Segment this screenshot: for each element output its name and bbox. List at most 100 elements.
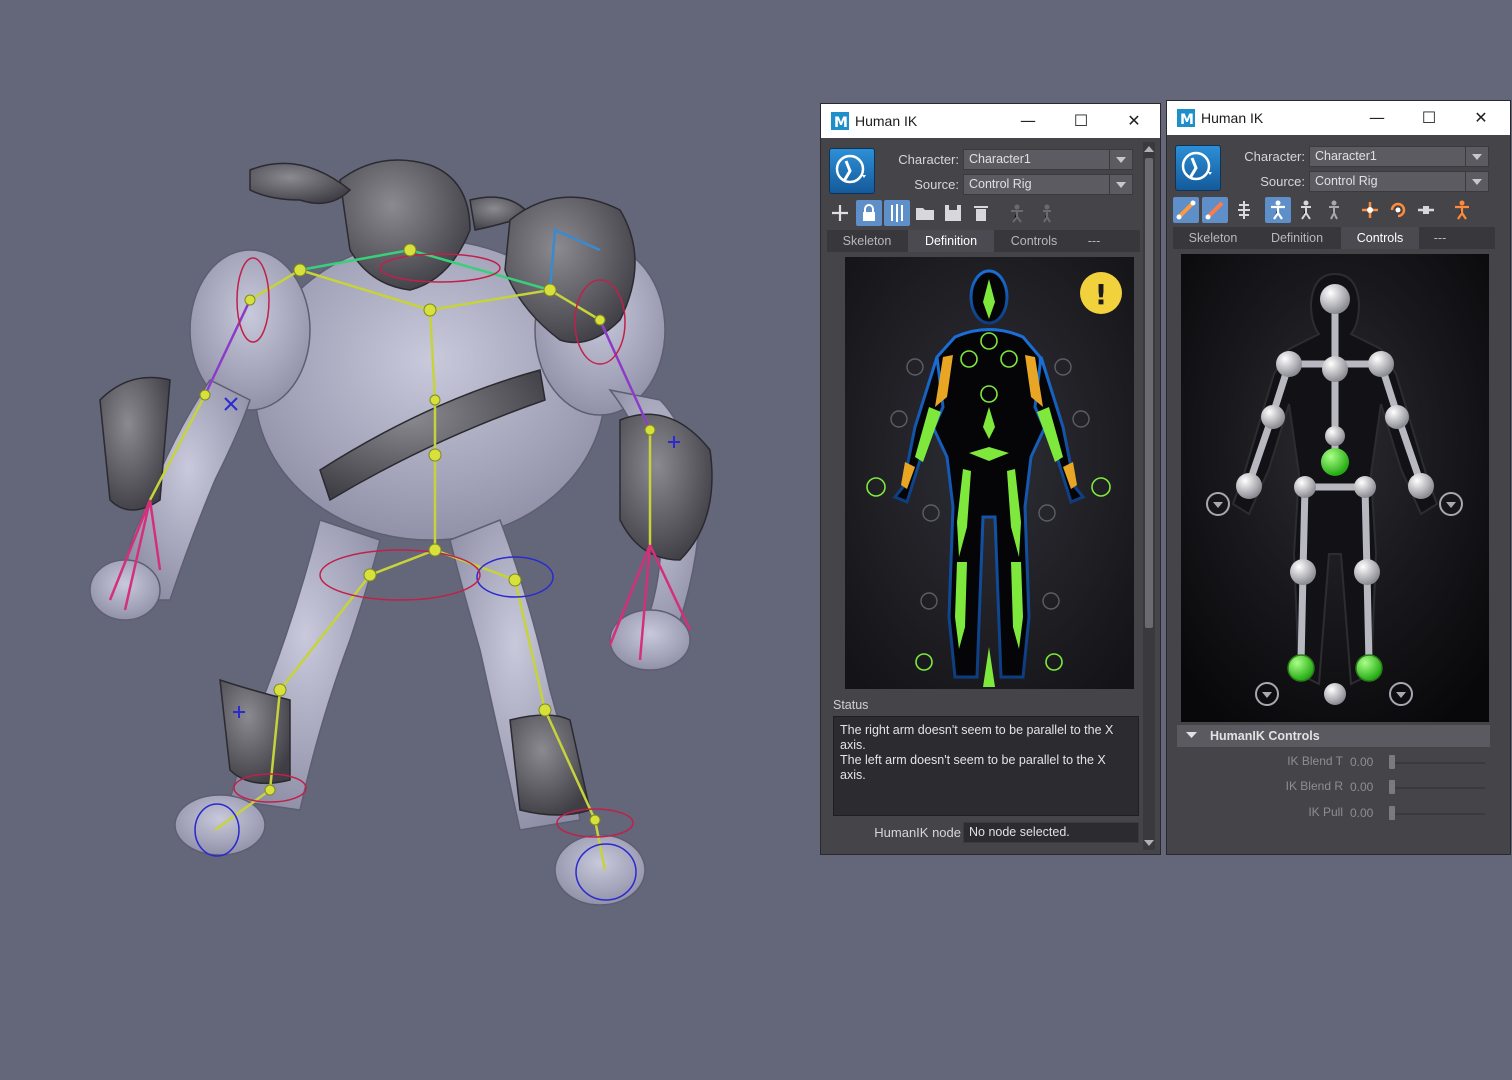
ik-pull-value[interactable]: 0.00 <box>1350 806 1373 820</box>
humanik-menu-button[interactable] <box>829 148 875 194</box>
status-label: Status <box>833 698 869 712</box>
humanik-node-field[interactable]: No node selected. <box>963 822 1139 843</box>
tab-skeleton[interactable]: Skeleton <box>827 230 907 252</box>
tab-more[interactable]: --- <box>1074 230 1114 252</box>
tab-bar: Skeleton Definition Controls --- <box>827 230 1140 252</box>
scroll-up-icon[interactable] <box>1143 144 1155 154</box>
add-icon[interactable] <box>827 200 853 226</box>
source-label: Source: <box>914 177 959 192</box>
control-rig-figure <box>1181 254 1489 722</box>
selection-icon[interactable] <box>1321 197 1347 223</box>
source-value: Control Rig <box>1315 174 1378 188</box>
human-ik-window-definition[interactable]: M Human IK — ☐ ✕ Character: Character1 S… <box>820 103 1161 855</box>
character-dropdown[interactable]: Character1 <box>963 149 1133 170</box>
open-folder-icon[interactable] <box>912 200 938 226</box>
save-icon[interactable] <box>940 200 966 226</box>
ik-blend-t-handle[interactable] <box>1389 755 1395 769</box>
definition-toolbar <box>827 200 1137 226</box>
chevron-down-icon <box>1109 150 1132 169</box>
tab-more[interactable]: --- <box>1420 227 1460 249</box>
character-label: Character: <box>1244 149 1305 164</box>
source-value: Control Rig <box>969 177 1032 191</box>
tab-controls[interactable]: Controls <box>1341 227 1419 249</box>
3d-viewport[interactable] <box>0 0 815 1080</box>
maximize-icon[interactable]: ☐ <box>1059 108 1103 134</box>
ik-blend-t-label: IK Blend T <box>1287 754 1343 768</box>
scroll-thumb[interactable] <box>1145 158 1153 628</box>
delete-icon[interactable] <box>968 200 994 226</box>
status-line: The left arm doesn't seem to be parallel… <box>840 753 1106 782</box>
ik-blend-r-handle[interactable] <box>1389 780 1395 794</box>
humanik-node-label: HumanIK node <box>874 825 961 840</box>
window-title: Human IK <box>855 113 918 129</box>
full-body-select-icon[interactable] <box>1265 197 1291 223</box>
chevron-down-icon <box>1465 147 1488 166</box>
pose-icon[interactable] <box>1004 200 1030 226</box>
minimize-icon[interactable]: — <box>1006 108 1050 134</box>
humanik-figure-icon <box>835 154 866 184</box>
controls-body-map[interactable] <box>1181 254 1489 722</box>
ik-blend-t-slider[interactable] <box>1389 762 1485 764</box>
controls-toolbar <box>1173 197 1503 223</box>
hips-effector <box>1321 448 1349 476</box>
ik-blend-r-label: IK Blend R <box>1285 779 1343 793</box>
collapse-triangle-icon <box>1186 732 1197 738</box>
ik-pull-handle[interactable] <box>1389 806 1395 820</box>
humanik-controls-header[interactable]: HumanIK Controls <box>1177 725 1490 747</box>
pose-icon[interactable] <box>1034 200 1060 226</box>
chevron-down-icon <box>1465 172 1488 191</box>
full-body-ik-icon[interactable] <box>1173 197 1199 223</box>
character-dropdown[interactable]: Character1 <box>1309 146 1489 167</box>
close-icon[interactable]: ✕ <box>1112 108 1156 134</box>
status-line: The right arm doesn't seem to be paralle… <box>840 723 1114 752</box>
ik-blend-t-value[interactable]: 0.00 <box>1350 755 1373 769</box>
ik-pull-label: IK Pull <box>1308 805 1343 819</box>
humanik-node-value: No node selected. <box>969 825 1070 839</box>
humanik-figure-icon <box>1181 151 1212 181</box>
minimize-icon[interactable]: — <box>1355 105 1399 131</box>
pin-translate-icon[interactable] <box>1357 197 1383 223</box>
ik-pull-slider[interactable] <box>1389 813 1485 815</box>
window-title: Human IK <box>1201 110 1264 126</box>
human-ik-window-controls[interactable]: M Human IK — ☐ ✕ Character: Character1 S… <box>1166 100 1511 855</box>
character-label: Character: <box>898 152 959 167</box>
source-dropdown[interactable]: Control Rig <box>1309 171 1489 192</box>
character-model-render <box>89 159 713 906</box>
tab-definition[interactable]: Definition <box>1254 227 1340 249</box>
close-icon[interactable]: ✕ <box>1459 105 1503 131</box>
character-value: Character1 <box>1315 149 1377 163</box>
chevron-down-icon <box>1109 175 1132 194</box>
maya-logo-icon: M <box>1177 109 1195 127</box>
svg-text:M: M <box>834 115 848 130</box>
source-label: Source: <box>1260 174 1305 189</box>
mirror-icon[interactable] <box>884 200 910 226</box>
lock-icon[interactable] <box>856 200 882 226</box>
maximize-icon[interactable]: ☐ <box>1407 105 1451 131</box>
stance-icon[interactable] <box>1449 197 1475 223</box>
humanik-menu-button[interactable] <box>1175 145 1221 191</box>
pin-none-icon[interactable] <box>1413 197 1439 223</box>
tab-controls[interactable]: Controls <box>995 230 1073 252</box>
window-titlebar[interactable]: M Human IK — ☐ ✕ <box>821 104 1160 138</box>
source-dropdown[interactable]: Control Rig <box>963 174 1133 195</box>
body-part-select-icon[interactable] <box>1293 197 1319 223</box>
humanik-controls-title: HumanIK Controls <box>1210 729 1320 743</box>
svg-text:M: M <box>1180 112 1194 127</box>
vertical-scrollbar[interactable] <box>1143 142 1155 850</box>
tab-skeleton[interactable]: Skeleton <box>1173 227 1253 249</box>
warning-symbol: ! <box>1095 278 1108 311</box>
character-value: Character1 <box>969 152 1031 166</box>
pin-rotate-icon[interactable] <box>1385 197 1411 223</box>
maya-logo-icon: M <box>831 112 849 130</box>
definition-body-map[interactable]: ! <box>845 257 1134 689</box>
character-definition-figure: ! <box>845 257 1134 689</box>
spine-icon[interactable] <box>1231 197 1257 223</box>
tab-definition[interactable]: Definition <box>908 230 994 252</box>
body-part-ik-icon[interactable] <box>1202 197 1228 223</box>
ik-blend-r-slider[interactable] <box>1389 787 1485 789</box>
scroll-down-icon[interactable] <box>1143 838 1155 848</box>
tab-bar: Skeleton Definition Controls --- <box>1173 227 1495 249</box>
ik-blend-r-value[interactable]: 0.00 <box>1350 780 1373 794</box>
status-message-box: The right arm doesn't seem to be paralle… <box>833 716 1139 816</box>
window-titlebar[interactable]: M Human IK — ☐ ✕ <box>1167 101 1510 135</box>
